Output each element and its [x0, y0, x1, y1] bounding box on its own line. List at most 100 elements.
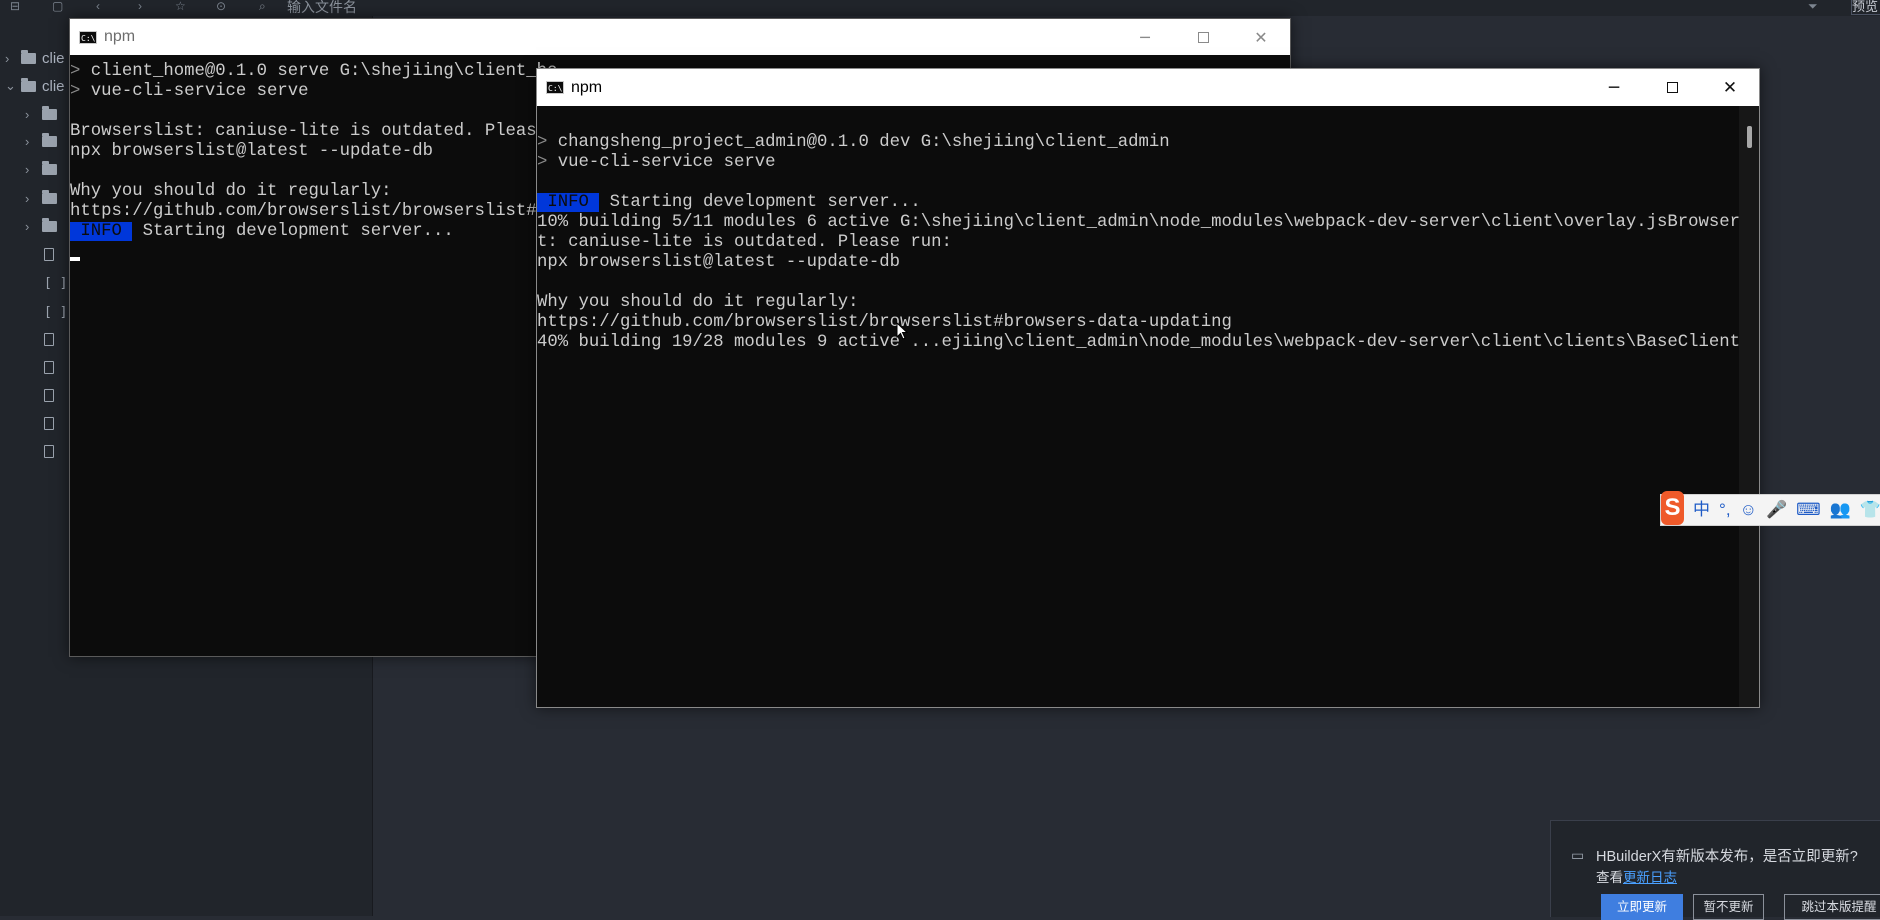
folder-icon [42, 160, 57, 175]
window-titlebar[interactable]: C:\. npm ─ ✕ [537, 69, 1759, 106]
chevron-right-icon[interactable]: › [25, 134, 42, 149]
tree-item-label: clie [42, 49, 65, 67]
maximize-button[interactable] [1643, 69, 1701, 106]
console-scrollbar[interactable] [1739, 106, 1759, 707]
console-line: > changsheng_project_admin@0.1.0 dev G:\… [537, 133, 1170, 153]
minimize-button[interactable]: ─ [1585, 69, 1643, 106]
chevron-right-icon[interactable]: › [5, 51, 21, 66]
console-line: > client_home@0.1.0 serve G:\shejiing\cl… [70, 62, 557, 82]
tree-item[interactable] [25, 244, 54, 264]
console-line-text: Browserslist: caniuse-lite is outdated. … [70, 122, 548, 141]
console-output[interactable]: > changsheng_project_admin@0.1.0 dev G:\… [537, 106, 1739, 707]
chevron-right-icon[interactable]: › [25, 219, 42, 234]
tree-item[interactable] [25, 413, 54, 433]
tree-item[interactable]: ⌄ clie [5, 76, 65, 96]
ime-chinese-mode-icon[interactable]: 中 [1693, 495, 1710, 525]
new-file-icon[interactable]: ⊟ [10, 0, 20, 12]
folder-icon [42, 105, 57, 120]
star-icon[interactable]: ☆ [175, 0, 186, 12]
tree-item[interactable]: › [25, 131, 63, 151]
tree-item[interactable] [25, 357, 54, 377]
update-sub-prefix: 查看 [1596, 870, 1623, 885]
window-title: npm [104, 28, 136, 45]
text-cursor [70, 242, 80, 262]
update-now-button[interactable]: 立即更新 [1601, 894, 1683, 920]
console-line-text: npx browserslist@latest --update-db [537, 253, 900, 272]
ime-skin-icon[interactable]: 👕 [1860, 495, 1880, 525]
console-line-text: vue-cli-service serve [547, 153, 776, 172]
console-line-text: https://github.com/browserslist/browsers… [537, 313, 1232, 332]
changelog-link[interactable]: 更新日志 [1623, 870, 1677, 885]
skip-version-button[interactable]: 跳过本版提醒 [1784, 894, 1880, 920]
ide-toolbar: ⊟ ▢ ‹ › ☆ ⊙ ⌕ 输入文件名 ⏷ 预览 [0, 0, 1880, 17]
file-icon [44, 444, 54, 458]
run-icon[interactable]: ⊙ [216, 0, 226, 12]
project-icon [21, 77, 36, 92]
search-file-icon[interactable]: ⌕ [259, 0, 266, 12]
ime-voice-icon[interactable]: 🎤 [1766, 495, 1787, 525]
console-line: 40% building 19/28 modules 9 active ...e… [537, 333, 1739, 353]
window-title: npm [571, 78, 603, 96]
console-line: t: caniuse-lite is outdated. Please run: [537, 233, 952, 253]
console-line: > vue-cli-service serve [70, 82, 309, 102]
console-line-text: Starting development server... [132, 222, 454, 241]
file-icon [44, 416, 54, 430]
prompt-glyph: > [70, 62, 81, 81]
tree-item[interactable]: [ ] [25, 302, 67, 322]
sogou-logo-icon[interactable]: S [1661, 491, 1685, 525]
chevron-down-icon[interactable]: ⌄ [5, 78, 21, 94]
window-titlebar[interactable]: C:\. npm ─ ✕ [70, 19, 1290, 55]
file-icon [44, 332, 54, 346]
file-icon [44, 247, 54, 261]
tree-item[interactable] [25, 441, 54, 461]
maximize-button[interactable] [1174, 19, 1232, 55]
close-button[interactable]: ✕ [1701, 69, 1759, 106]
console-line: Browserslist: caniuse-lite is outdated. … [70, 122, 547, 142]
file-icon [44, 360, 54, 374]
console-window-client-admin[interactable]: C:\. npm ─ ✕ > changsheng_project_admin@… [536, 68, 1760, 708]
console-line: Why you should do it regularly: [70, 182, 391, 202]
tree-item[interactable]: [ ] [25, 273, 67, 293]
notification-icon: ▭ [1571, 847, 1585, 863]
file-search-input[interactable]: 输入文件名 [287, 0, 357, 14]
cmd-icon: C:\. [79, 30, 97, 44]
ime-emoji-icon[interactable]: ☺ [1740, 495, 1757, 525]
console-line: npx browserslist@latest --update-db [70, 142, 433, 162]
console-line: > vue-cli-service serve [537, 153, 776, 173]
console-line-text: 10% building 5/11 modules 6 active G:\sh… [537, 213, 1739, 232]
json-file-icon: [ ] [44, 275, 68, 291]
ime-user-icon[interactable]: 👥 [1830, 495, 1851, 525]
tree-item[interactable]: › [25, 104, 63, 124]
chevron-right-icon[interactable]: › [25, 162, 42, 177]
back-arrow-icon[interactable]: ‹ [96, 0, 100, 12]
forward-arrow-icon[interactable]: › [138, 0, 142, 12]
tree-item[interactable] [25, 329, 54, 349]
console-line-text: Why you should do it regularly: [537, 293, 859, 312]
console-line-text: changsheng_project_admin@0.1.0 dev G:\sh… [547, 133, 1170, 152]
chevron-right-icon[interactable]: › [25, 107, 42, 122]
filter-icon[interactable]: ⏷ [1808, 0, 1818, 12]
tree-item[interactable]: › [25, 188, 63, 208]
mouse-pointer-icon [896, 322, 909, 340]
console-line: 10% building 5/11 modules 6 active G:\sh… [537, 213, 1739, 233]
tree-item[interactable] [25, 385, 54, 405]
scrollbar-thumb[interactable] [1747, 126, 1752, 148]
tree-item[interactable]: › [25, 216, 63, 236]
preview-button[interactable]: 预览 [1851, 0, 1880, 15]
prompt-glyph: > [537, 133, 548, 152]
save-icon[interactable]: ▢ [52, 0, 63, 12]
ime-toolbar[interactable]: S 中 °, ☺ 🎤 ⌨ 👥 👕 [1660, 491, 1880, 526]
tree-item[interactable]: › clie [5, 48, 65, 68]
update-later-button[interactable]: 暂不更新 [1693, 894, 1764, 920]
ime-keyboard-icon[interactable]: ⌨ [1796, 495, 1821, 525]
chevron-right-icon[interactable]: › [25, 191, 42, 206]
folder-icon [42, 217, 57, 232]
tree-item[interactable]: › [25, 159, 63, 179]
close-button[interactable]: ✕ [1232, 19, 1290, 55]
file-icon [44, 388, 54, 402]
console-line: npx browserslist@latest --update-db [537, 253, 900, 273]
console-line-text: client_home@0.1.0 serve G:\shejiing\clie… [80, 62, 558, 81]
console-line-text: t: caniuse-lite is outdated. Please run: [537, 233, 952, 252]
ime-punctuation-icon[interactable]: °, [1719, 495, 1731, 525]
minimize-button[interactable]: ─ [1116, 19, 1174, 55]
